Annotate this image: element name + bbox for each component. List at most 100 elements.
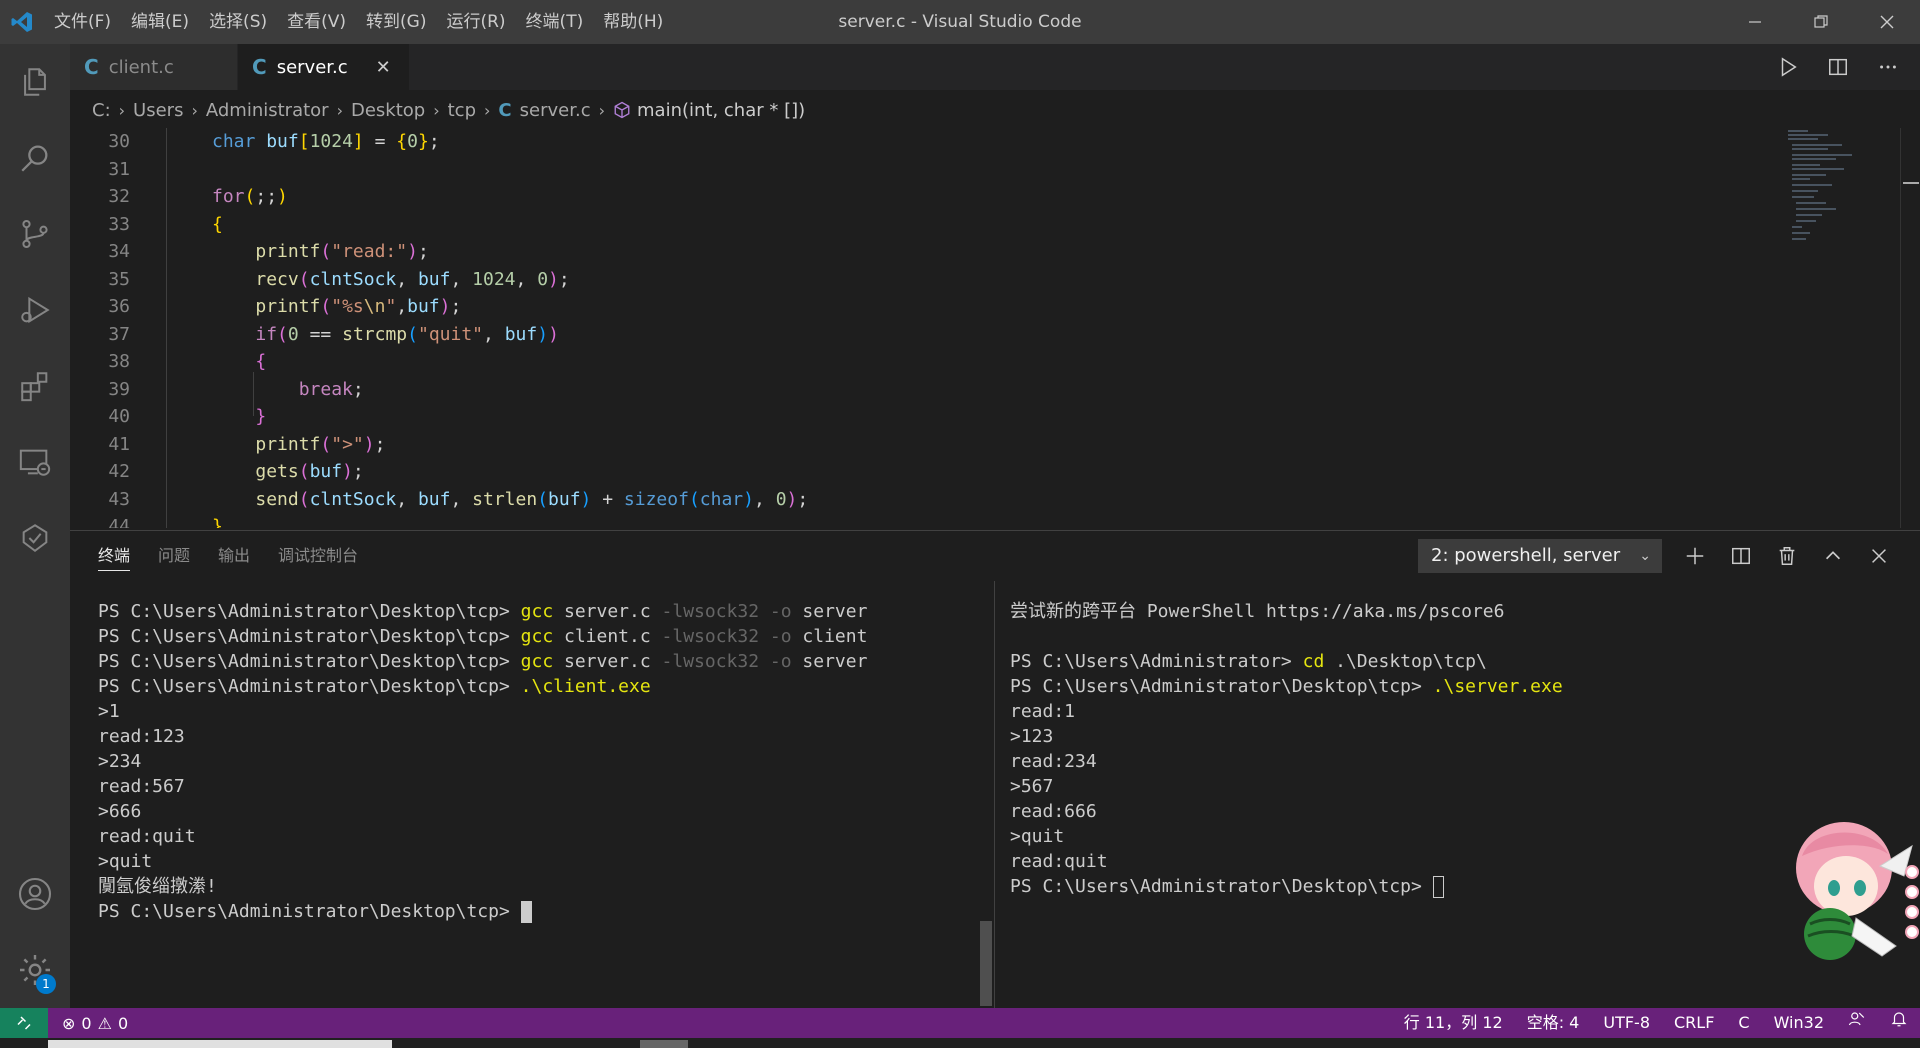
code-line: 31	[70, 156, 1780, 184]
terminal-line: >1	[98, 701, 120, 722]
line-number: 37	[108, 323, 130, 345]
breadcrumb-item[interactable]: Users	[133, 100, 183, 121]
editor-actions	[1776, 44, 1900, 90]
c-file-icon: C	[252, 55, 267, 79]
indentation[interactable]: 空格: 4	[1515, 1008, 1592, 1038]
menu-file[interactable]: 文件(F)	[44, 7, 121, 37]
account-icon[interactable]	[0, 856, 70, 932]
status-bar-right: 行 11，列 12 空格: 4 UTF-8 CRLF C Win32	[1392, 1008, 1920, 1038]
code-line: 39 break;	[70, 376, 1780, 404]
trash-icon[interactable]	[1774, 543, 1800, 569]
terminal-line: read:123	[98, 726, 185, 747]
code-line: 40 }	[70, 403, 1780, 431]
code-content: if(0 == strcmp("quit", buf))	[255, 323, 559, 345]
chevron-right-icon: ›	[598, 100, 605, 120]
feedback-icon[interactable]	[1836, 1008, 1878, 1038]
terminal-line: read:234	[1010, 751, 1097, 772]
search-icon[interactable]	[0, 120, 70, 196]
split-editor-icon[interactable]	[1826, 55, 1850, 79]
tab-debug-console[interactable]: 调试控制台	[278, 531, 358, 581]
menu-help[interactable]: 帮助(H)	[593, 7, 673, 37]
code-content: break;	[298, 378, 364, 400]
cursor-position[interactable]: 行 11，列 12	[1392, 1008, 1515, 1038]
vscode-logo-icon	[0, 0, 44, 44]
breadcrumb-item[interactable]: C:	[92, 100, 111, 121]
terminal-left[interactable]: PS C:\Users\Administrator\Desktop\tcp> g…	[98, 599, 978, 924]
activity-bar: 1	[0, 44, 70, 1008]
code-line: 44}	[70, 513, 1780, 528]
line-number: 38	[108, 351, 130, 372]
line-number: 30	[108, 131, 130, 152]
minimize-button[interactable]	[1722, 0, 1788, 44]
menu-terminal[interactable]: 终端(T)	[516, 7, 594, 37]
editor-tabs: C client.c C server.c ✕	[70, 44, 1920, 90]
tab-server-c[interactable]: C server.c ✕	[238, 44, 410, 90]
tab-terminal[interactable]: 终端	[98, 531, 131, 581]
line-number: 32	[108, 186, 130, 207]
breadcrumb-item[interactable]: Administrator	[206, 100, 329, 121]
code-editor[interactable]: 30 char buf[1024] = {0}; 31 32 for(;;) 33 {…	[70, 128, 1780, 528]
remote-explorer-icon[interactable]	[0, 424, 70, 500]
source-control-icon[interactable]	[0, 196, 70, 272]
minimap[interactable]	[1780, 128, 1900, 528]
remote-indicator-icon[interactable]	[0, 1008, 48, 1038]
breadcrumb-item[interactable]: Desktop	[351, 100, 425, 121]
code-line: 42 gets(buf);	[70, 458, 1780, 486]
notifications-bell-icon[interactable]	[1878, 1008, 1920, 1038]
c-file-icon: C	[498, 99, 512, 121]
explorer-icon[interactable]	[0, 44, 70, 120]
code-content: send(clntSock, buf, strlen(buf) + sizeof…	[255, 488, 809, 510]
code-line: 32 for(;;)	[70, 183, 1780, 211]
breadcrumb-symbol[interactable]: main(int, char * [])	[637, 100, 805, 121]
close-window-button[interactable]	[1854, 0, 1920, 44]
code-line: 33 {	[70, 211, 1780, 239]
taskbar-strip	[0, 1038, 1920, 1048]
menu-view[interactable]: 查看(V)	[277, 7, 356, 37]
end-of-line[interactable]: CRLF	[1662, 1008, 1726, 1038]
menu-go[interactable]: 转到(G)	[356, 7, 436, 37]
close-tab-icon[interactable]: ✕	[376, 57, 391, 78]
platform[interactable]: Win32	[1762, 1008, 1836, 1038]
chevron-up-icon[interactable]	[1820, 543, 1846, 569]
tab-problems[interactable]: 问题	[158, 531, 190, 581]
terminal-scrollbar[interactable]	[980, 921, 992, 1006]
settings-badge: 1	[36, 974, 56, 994]
breadcrumb-item[interactable]: tcp	[448, 100, 476, 121]
tab-output[interactable]: 输出	[218, 531, 250, 581]
testing-icon[interactable]	[0, 500, 70, 576]
language-mode[interactable]: C	[1726, 1008, 1761, 1038]
terminal-line: PS C:\Users\Administrator\Desktop\tcp> g…	[98, 626, 868, 647]
run-debug-icon[interactable]	[0, 272, 70, 348]
terminal-cursor	[1432, 876, 1444, 898]
code-content: {	[212, 213, 223, 235]
terminal-right[interactable]: 尝试新的跨平台 PowerShell https://aka.ms/pscore…	[1010, 599, 1890, 899]
terminal-line: >666	[98, 801, 142, 822]
encoding[interactable]: UTF-8	[1591, 1008, 1662, 1038]
menu-selection[interactable]: 选择(S)	[199, 7, 277, 37]
editor-scrollbar[interactable]	[1900, 128, 1920, 528]
tab-client-c[interactable]: C client.c	[70, 44, 238, 90]
terminal-line: PS C:\Users\Administrator\Desktop\tcp> .…	[1010, 676, 1563, 697]
code-line: 38 {	[70, 348, 1780, 376]
more-actions-icon[interactable]	[1876, 55, 1900, 79]
code-content: printf("read:");	[255, 241, 429, 262]
terminal-line: PS C:\Users\Administrator\Desktop\tcp>	[1010, 874, 1890, 899]
problems-indicator[interactable]: ⊗ 0 ⚠ 0	[48, 1014, 128, 1033]
menu-edit[interactable]: 编辑(E)	[121, 7, 199, 37]
new-terminal-icon[interactable]	[1682, 543, 1708, 569]
extensions-icon[interactable]	[0, 348, 70, 424]
terminal-split-divider[interactable]	[994, 581, 995, 1009]
restore-button[interactable]	[1788, 0, 1854, 44]
split-terminal-icon[interactable]	[1728, 543, 1754, 569]
breadcrumb-item[interactable]: server.c	[520, 100, 591, 121]
line-number: 41	[108, 433, 130, 455]
menu-run[interactable]: 运行(R)	[436, 7, 515, 37]
terminal-line: PS C:\Users\Administrator\Desktop\tcp> g…	[98, 601, 868, 622]
terminal-select[interactable]: 2: powershell, server ⌄	[1418, 539, 1662, 573]
close-panel-icon[interactable]	[1866, 543, 1892, 569]
manage-gear-icon[interactable]: 1	[0, 932, 70, 1008]
code-content: recv(clntSock, buf, 1024, 0);	[255, 268, 570, 290]
code-line: 43 send(clntSock, buf, strlen(buf) + siz…	[70, 486, 1780, 514]
run-file-icon[interactable]	[1776, 55, 1800, 79]
